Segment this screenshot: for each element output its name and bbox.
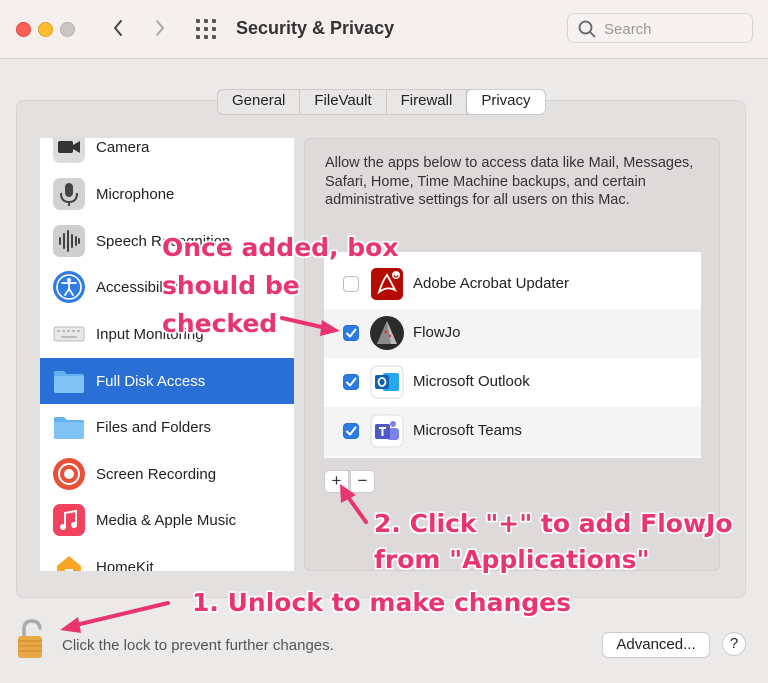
app-row-microsoft-outlook[interactable]: Microsoft Outlook (324, 358, 701, 407)
sidebar-item-homekit[interactable]: HomeKit (40, 544, 294, 571)
app-name: Microsoft Teams (413, 422, 522, 439)
advanced-button[interactable]: Advanced... (602, 632, 710, 658)
annotation-line: 2. Click "+" to add FlowJo (374, 509, 733, 538)
search-placeholder: Search (604, 21, 652, 38)
sidebar-item-label: HomeKit (96, 558, 154, 572)
record-icon (52, 457, 86, 491)
keyboard-icon (52, 317, 86, 351)
arrow-to-lock (74, 601, 170, 627)
home-icon (52, 550, 86, 571)
minimize-window-button[interactable] (38, 22, 53, 37)
sidebar-item-screen-recording[interactable]: Screen Recording (40, 451, 294, 497)
tab-bar: General FileVault Firewall Privacy (217, 89, 546, 115)
title-bar: Security & Privacy Search (0, 0, 768, 59)
window-title: Security & Privacy (236, 18, 395, 38)
annotation-add-note: 2. Click "+" to add FlowJo from "Applica… (374, 506, 733, 578)
back-button[interactable] (106, 14, 130, 42)
app-name: FlowJo (413, 324, 461, 341)
app-name: Microsoft Outlook (413, 373, 530, 390)
help-button[interactable]: ? (722, 632, 746, 656)
chevron-left-icon (114, 20, 122, 36)
lock-icon[interactable] (14, 618, 54, 660)
forward-button[interactable] (148, 14, 172, 42)
folder-icon (52, 364, 86, 398)
annotation-line: checked (162, 309, 278, 338)
sidebar-item-label: Microphone (96, 185, 175, 203)
teams-icon (370, 414, 404, 448)
search-field[interactable]: Search (567, 13, 753, 43)
search-icon (578, 20, 596, 38)
sidebar-item-label: Full Disk Access (96, 372, 206, 390)
annotation-checked-note: Once added, box should be checked (162, 229, 398, 343)
annotation-line: Once added, box (162, 233, 399, 262)
sidebar-item-camera[interactable]: Camera (40, 138, 294, 170)
sidebar-item-label: Screen Recording (96, 465, 217, 483)
lock-status-text: Click the lock to prevent further change… (62, 637, 334, 654)
microphone-icon (52, 177, 86, 211)
app-name: Adobe Acrobat Updater (413, 275, 569, 292)
sidebar-item-label: Camera (96, 138, 150, 156)
annotation-unlock-note: 1. Unlock to make changes (192, 588, 571, 617)
show-all-grid-icon[interactable] (195, 18, 217, 40)
accessibility-icon (52, 270, 86, 304)
sidebar-item-label: Files and Folders (96, 418, 212, 436)
tab-privacy[interactable]: Privacy (467, 90, 545, 114)
sidebar-item-media-apple-music[interactable]: Media & Apple Music (40, 497, 294, 543)
annotation-line: from "Applications" (374, 545, 650, 574)
tab-filevault[interactable]: FileVault (300, 90, 387, 114)
permission-description: Allow the apps below to access data like… (325, 155, 694, 208)
close-window-button[interactable] (16, 22, 31, 37)
chevron-right-icon (156, 20, 164, 36)
outlook-icon (370, 365, 404, 399)
zoom-window-button[interactable] (60, 22, 75, 37)
folder-icon (52, 410, 86, 444)
sidebar-item-microphone[interactable]: Microphone (40, 171, 294, 217)
tab-general[interactable]: General (218, 90, 301, 114)
app-checkbox[interactable] (343, 423, 359, 439)
music-icon (52, 503, 86, 537)
waveform-icon (52, 224, 86, 258)
remove-app-button[interactable]: − (350, 470, 375, 493)
sidebar-item-files-and-folders[interactable]: Files and Folders (40, 404, 294, 450)
tab-firewall[interactable]: Firewall (387, 90, 468, 114)
app-checkbox[interactable] (343, 374, 359, 390)
sidebar-item-full-disk-access[interactable]: Full Disk Access (40, 358, 294, 404)
camera-icon (52, 138, 86, 164)
annotation-line: should be (162, 271, 300, 300)
add-app-button[interactable]: + (324, 470, 349, 493)
privacy-category-list[interactable]: Camera Microphone Speech Recognition Acc… (40, 138, 294, 571)
app-row-microsoft-teams[interactable]: Microsoft Teams (324, 407, 701, 456)
sidebar-item-label: Media & Apple Music (96, 511, 237, 529)
